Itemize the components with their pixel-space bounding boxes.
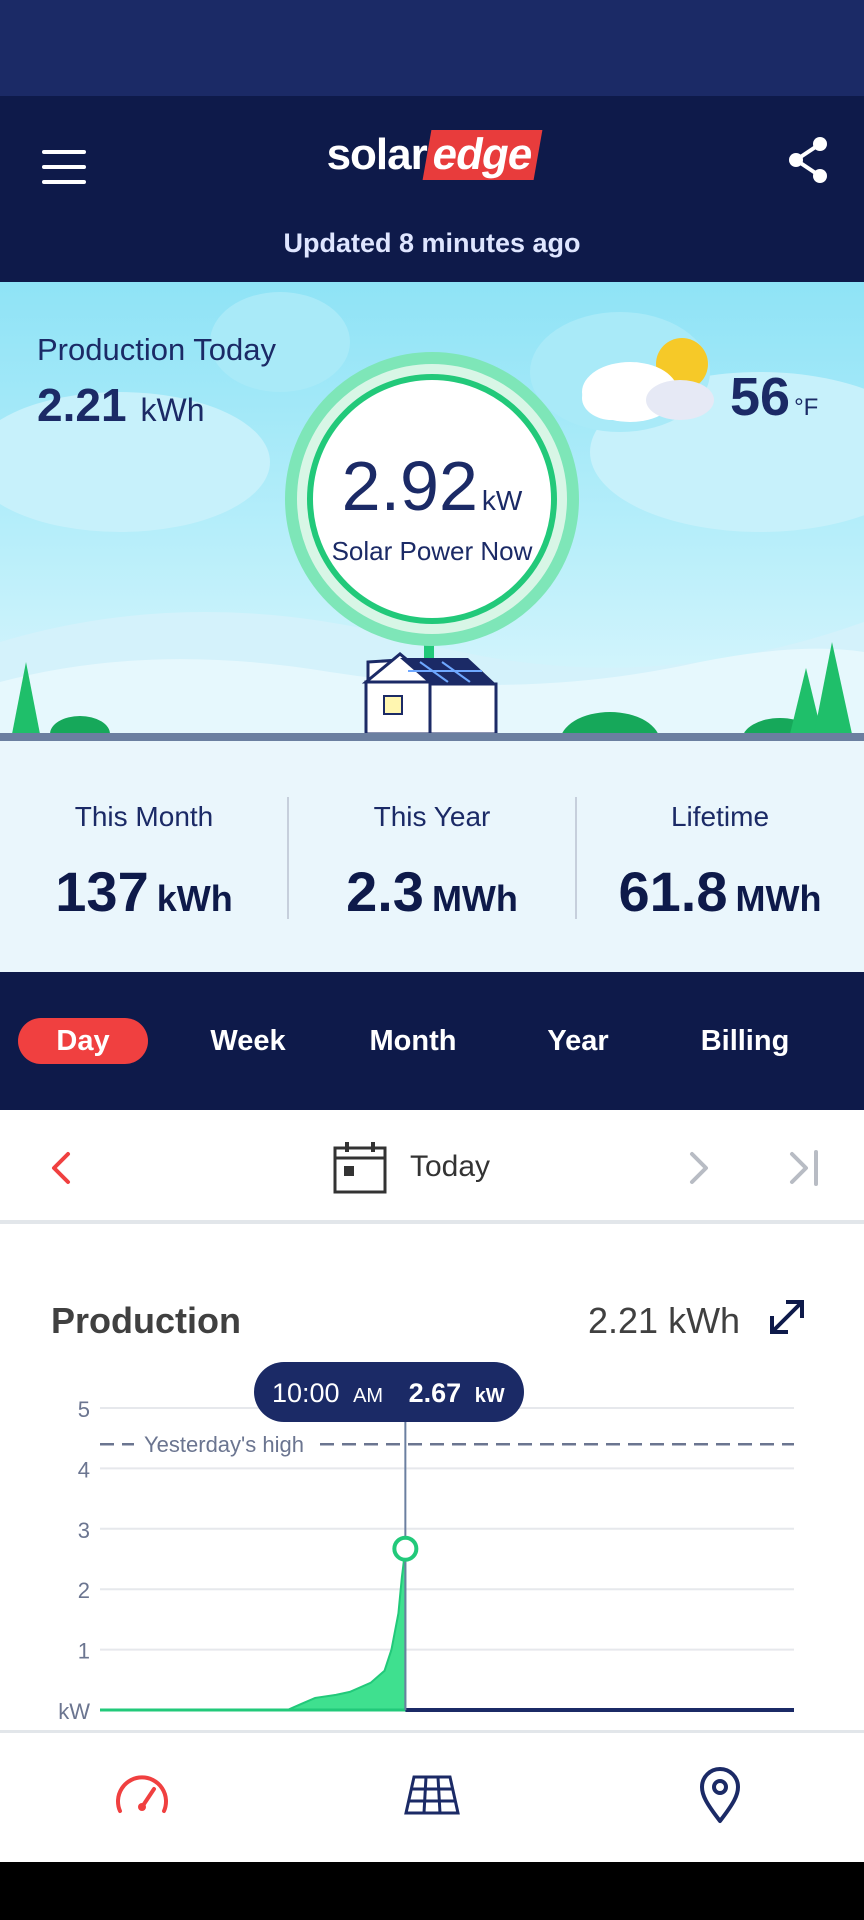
stat-value: 2.3 MWh (288, 859, 576, 924)
solar-power-now-gauge[interactable]: 2.92 kW Solar Power Now (285, 352, 579, 646)
chevron-right-icon[interactable] (680, 1148, 716, 1188)
production-chart[interactable]: Yesterday's high kW 1 2 3 4 5 10:00 AM 2.67 k… (0, 1228, 864, 1730)
stat-unit: kWh (156, 878, 233, 919)
tab-year[interactable]: Year (518, 1018, 638, 1064)
bottom-navigation (0, 1730, 864, 1862)
stat-this-year: This Year 2.3 MWh (288, 741, 576, 975)
location-pin-icon[interactable] (688, 1763, 752, 1827)
tooltip-ampm: AM (353, 1385, 383, 1407)
solaredge-logo: solaredge (0, 130, 864, 180)
stat-value: 61.8 MWh (576, 859, 864, 924)
production-today-number: 2.21 (37, 379, 127, 431)
hero-panel: Production Today 2.21 kWh 56 °F 2.92 kW Sol… (0, 282, 864, 738)
tooltip-value: 2.67 (409, 1378, 462, 1408)
stat-label: This Month (74, 801, 214, 832)
stat-this-month: This Month 137 kWh (0, 741, 288, 975)
logo-text-edge: edge (422, 130, 542, 180)
stat-label: This Year (373, 801, 491, 832)
production-today-unit: kWh (140, 392, 205, 428)
stat-value: 137 kWh (0, 859, 288, 924)
reference-label: Yesterday's high (144, 1432, 304, 1457)
period-tabs: Day Week Month Year Billing (0, 972, 864, 1110)
house-icon (361, 652, 498, 736)
y-tick-label: 2 (78, 1578, 90, 1603)
date-label[interactable]: Today (410, 1150, 490, 1184)
weather-temp-value: 56 (730, 367, 791, 427)
date-navigator: Today (0, 1110, 864, 1224)
chevron-left-icon[interactable] (44, 1148, 80, 1188)
logo-text-solar: solar (326, 130, 428, 179)
tab-month[interactable]: Month (348, 1018, 478, 1064)
power-now-value: 2.92 kW (313, 446, 551, 526)
solar-panel-layout-icon[interactable] (400, 1763, 464, 1827)
stat-number: 137 (55, 860, 149, 923)
production-today-label: Production Today (37, 332, 276, 367)
tooltip-unit: kW (475, 1385, 505, 1407)
weather-temp-unit: °F (794, 394, 819, 421)
stat-number: 61.8 (618, 860, 728, 923)
share-icon[interactable] (780, 132, 836, 188)
y-tick-label: 1 (78, 1639, 90, 1664)
power-now-label: Solar Power Now (331, 536, 533, 566)
skip-to-end-icon[interactable] (784, 1148, 824, 1188)
y-tick-label: kW (58, 1699, 90, 1724)
tab-week[interactable]: Week (188, 1018, 308, 1064)
power-now-number: 2.92 (341, 447, 478, 525)
dashboard-gauge-icon[interactable] (110, 1763, 174, 1827)
stat-number: 2.3 (346, 860, 424, 923)
production-today-value: 2.21 kWh (37, 378, 205, 432)
stat-label: Lifetime (670, 801, 770, 832)
production-area (100, 1548, 407, 1711)
stat-unit: MWh (431, 878, 518, 919)
y-tick-label: 4 (78, 1457, 90, 1482)
system-navigation-bar (0, 1862, 864, 1920)
production-chart-card: Production 2.21 kWh Yesterday's high kW 1… (0, 1228, 864, 1730)
tab-billing[interactable]: Billing (680, 1018, 810, 1064)
tooltip-time: 10:00 (272, 1378, 340, 1408)
calendar-icon[interactable] (332, 1140, 388, 1196)
y-tick-label: 5 (78, 1397, 90, 1422)
weather-temperature: 56 °F (730, 366, 818, 428)
highlight-point (392, 1535, 419, 1562)
app-header: solaredge Updated 8 minutes ago (0, 96, 864, 282)
y-tick-label: 3 (78, 1518, 90, 1543)
energy-summary: This Month 137 kWh This Year 2.3 MWh Lifet… (0, 738, 864, 972)
updated-status-text: Updated 8 minutes ago (283, 228, 581, 258)
stat-lifetime: Lifetime 61.8 MWh (576, 741, 864, 975)
power-now-unit: kW (481, 485, 523, 516)
chart-tooltip: 10:00 AM 2.67 kW (254, 1362, 524, 1422)
tab-day[interactable]: Day (18, 1018, 148, 1064)
status-bar (0, 0, 864, 96)
stat-unit: MWh (735, 878, 822, 919)
